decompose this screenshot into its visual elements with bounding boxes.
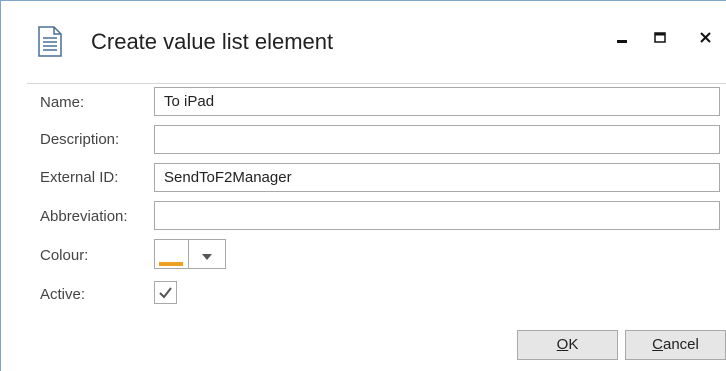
description-label: Description: <box>40 131 120 148</box>
title-bar[interactable]: Create value list element <box>1 1 726 83</box>
ok-button-label: K <box>568 336 579 353</box>
description-input[interactable] <box>154 125 720 154</box>
external-id-label: External ID: <box>40 169 119 186</box>
active-label: Active: <box>40 286 86 303</box>
maximize-icon <box>654 32 666 43</box>
dialog-title: Create value list element <box>91 29 334 54</box>
abbreviation-input[interactable] <box>154 201 720 230</box>
colour-picker-divider <box>188 240 189 268</box>
title-separator <box>27 83 726 84</box>
abbreviation-label: Abbreviation: <box>40 208 128 225</box>
dialog-window: Create value list element Name: Descript… <box>0 0 726 371</box>
colour-picker[interactable] <box>154 239 226 269</box>
close-icon <box>700 32 711 43</box>
minimize-icon <box>617 40 627 43</box>
chevron-down-icon[interactable] <box>199 249 215 260</box>
active-checkbox[interactable] <box>154 281 177 304</box>
cancel-button-accelerator: C <box>652 336 663 353</box>
ok-button[interactable]: OK <box>517 330 618 360</box>
document-icon <box>38 26 62 57</box>
external-id-input[interactable] <box>154 163 720 192</box>
close-button[interactable] <box>691 25 721 55</box>
cancel-button-label: ancel <box>662 336 699 353</box>
name-label: Name: <box>40 94 85 111</box>
ok-button-accelerator: O <box>556 336 569 353</box>
colour-swatch <box>159 262 183 266</box>
colour-label: Colour: <box>40 247 89 264</box>
check-icon <box>158 285 173 300</box>
cancel-button[interactable]: Cancel <box>625 330 726 360</box>
name-input[interactable] <box>154 87 720 116</box>
minimize-button[interactable] <box>607 25 637 55</box>
maximize-button[interactable] <box>645 25 675 55</box>
